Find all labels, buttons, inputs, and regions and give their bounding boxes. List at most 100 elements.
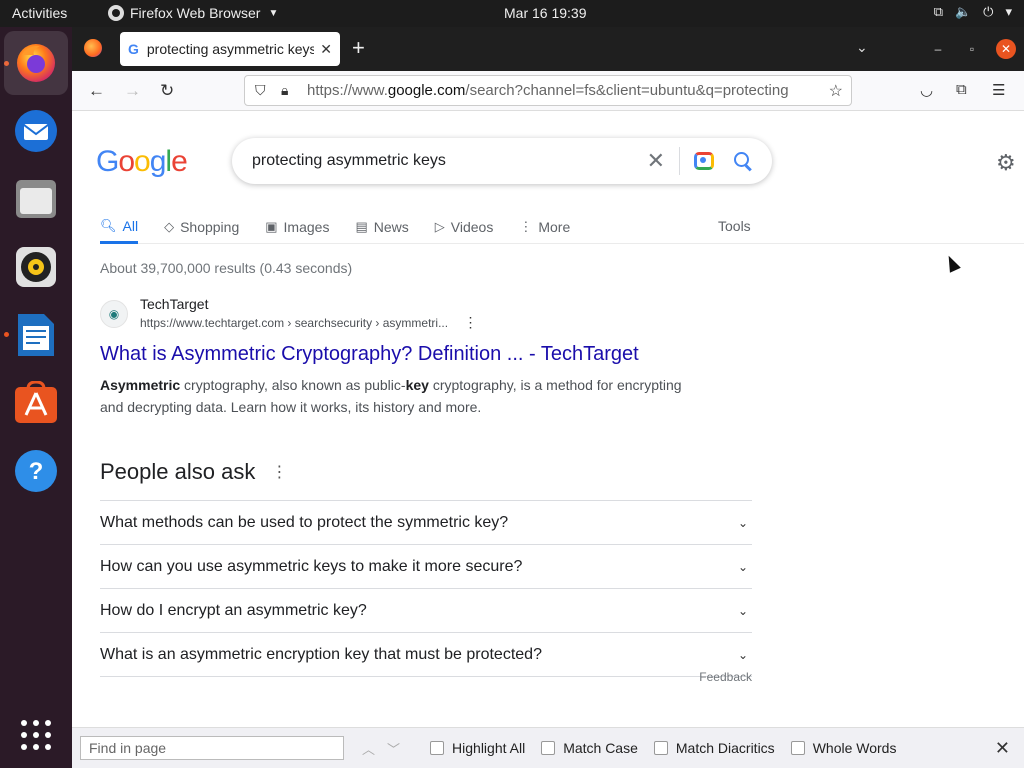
close-tab-icon[interactable]: ✕ [320, 41, 332, 58]
clock[interactable]: Mar 16 19:39 [504, 5, 587, 21]
result-site-name: TechTarget [140, 296, 209, 312]
caret-down-icon: ▾ [1005, 4, 1012, 19]
find-previous-icon[interactable]: ︿ [362, 739, 375, 758]
reload-button[interactable]: ↻ [160, 81, 174, 101]
result-stats: About 39,700,000 results (0.43 seconds) [100, 260, 353, 276]
search-tabs: 🔍︎ All ◇ Shopping ▣ Images ▤ News ▷ Vide… [100, 210, 1024, 244]
app-grid-icon [21, 720, 51, 750]
menu-hamburger-icon[interactable]: ☰ [992, 81, 1005, 99]
back-button[interactable]: ← [88, 81, 105, 101]
dock-app-center[interactable] [12, 379, 60, 427]
list-all-tabs-icon[interactable]: ⌄ [856, 39, 868, 56]
highlight-all-checkbox[interactable]: Highlight All [430, 740, 525, 756]
tab-more[interactable]: ⋮ More [519, 210, 570, 244]
clear-search-icon[interactable]: ✕ [647, 148, 665, 174]
firefox-window: G protecting asymmetric keys ✕ + ⌄ ‒ ▫ ✕… [72, 27, 1024, 768]
settings-gear-icon[interactable]: ⚙ [996, 150, 1016, 176]
whole-words-checkbox[interactable]: Whole Words [790, 740, 896, 756]
url-bar[interactable]: ⛉ 🔒︎ https://www.google.com/search?chann… [244, 75, 852, 106]
rhythmbox-icon [16, 247, 56, 287]
checkbox[interactable] [541, 741, 556, 755]
match-diacritics-checkbox[interactable]: Match Diacritics [653, 740, 775, 756]
google-logo[interactable]: Google [96, 145, 188, 179]
checkbox[interactable] [430, 741, 445, 755]
gnome-top-bar: Activities Firefox Web Browser ▼ Mar 16 … [0, 0, 1024, 27]
paa-question[interactable]: What is an asymmetric encryption key tha… [100, 633, 752, 677]
tab-videos[interactable]: ▷ Videos [435, 210, 494, 244]
tracking-shield-icon[interactable]: ⛉ [255, 82, 271, 99]
find-next-icon[interactable]: ﹀ [387, 739, 400, 758]
new-tab-button[interactable]: + [352, 37, 365, 59]
google-lens-icon[interactable] [694, 152, 714, 170]
close-find-bar-icon[interactable]: ✕ [995, 738, 1010, 759]
forward-button[interactable]: → [124, 81, 141, 101]
firefox-view-icon[interactable] [84, 39, 102, 57]
chevron-down-icon: ⌄ [737, 603, 748, 618]
result-title-link[interactable]: What is Asymmetric Cryptography? Definit… [100, 343, 700, 366]
tab-news[interactable]: ▤ News [355, 210, 408, 244]
tab-google-search[interactable]: G protecting asymmetric keys ✕ [120, 32, 340, 66]
chevron-down-icon: ⌄ [737, 559, 748, 574]
url-text[interactable]: https://www.google.com/search?channel=fs… [307, 82, 821, 99]
search-input[interactable]: protecting asymmetric keys [252, 152, 647, 170]
tools-button[interactable]: Tools [718, 218, 751, 234]
firefox-icon [108, 5, 124, 21]
tab-title: protecting asymmetric keys [146, 41, 315, 57]
paa-question[interactable]: How do I encrypt an asymmetric key? ⌄ [100, 589, 752, 633]
app-menu[interactable]: Firefox Web Browser ▼ [108, 5, 278, 21]
paa-heading: People also ask ⋮ [100, 459, 288, 484]
more-vert-icon[interactable]: ⋮ [271, 462, 287, 482]
writer-icon [18, 314, 54, 356]
paa-question[interactable]: How can you use asymmetric keys to make … [100, 545, 752, 589]
divider [100, 676, 686, 677]
files-icon [16, 180, 56, 218]
bookmark-star-icon[interactable]: ☆ [829, 81, 843, 101]
close-window-button[interactable]: ✕ [996, 39, 1016, 59]
system-tray[interactable]: ⧉ 🔈 ⏻ ▾ [934, 4, 1012, 20]
more-vert-icon[interactable]: ⋮ [463, 314, 477, 330]
svg-text:?: ? [29, 458, 44, 485]
search-icon: 🔍︎ [100, 217, 117, 233]
search-box[interactable]: protecting asymmetric keys ✕ [232, 138, 772, 184]
dock-show-apps[interactable] [12, 711, 60, 759]
tab-all[interactable]: 🔍︎ All [100, 210, 139, 244]
news-icon: ▤ [355, 219, 368, 234]
minimize-button[interactable]: ‒ [928, 39, 948, 59]
tab-images[interactable]: ▣ Images [265, 210, 329, 244]
maximize-button[interactable]: ▫ [962, 39, 982, 59]
pocket-icon[interactable]: ◡ [920, 81, 933, 99]
match-case-checkbox[interactable]: Match Case [541, 740, 638, 756]
image-icon: ▣ [265, 219, 278, 234]
dock: ? [0, 27, 72, 768]
app-center-icon [15, 381, 57, 423]
chevron-down-icon: ⌄ [737, 515, 748, 530]
feedback-link[interactable]: Feedback [699, 670, 752, 684]
paa-question[interactable]: What methods can be used to protect the … [100, 501, 752, 545]
dock-rhythmbox[interactable] [12, 243, 60, 291]
dock-libreoffice-writer[interactable] [12, 311, 60, 359]
extensions-icon[interactable]: ⧉ [956, 81, 967, 98]
result-source[interactable]: ◉ TechTarget https://www.techtarget.com … [100, 296, 700, 331]
dock-help[interactable]: ? [12, 447, 60, 495]
activities-button[interactable]: Activities [12, 5, 67, 21]
tab-shopping[interactable]: ◇ Shopping [164, 210, 239, 244]
lock-icon[interactable]: 🔒︎ [281, 82, 297, 99]
dock-firefox[interactable] [4, 31, 68, 95]
volume-icon: 🔈 [954, 4, 972, 19]
dock-files[interactable] [12, 175, 60, 223]
caret-down-icon: ▼ [268, 7, 279, 19]
paa-list: What methods can be used to protect the … [100, 500, 752, 677]
find-in-page-input[interactable]: Find in page [80, 736, 344, 760]
google-results-page: Google protecting asymmetric keys ✕ ⚙ 🔍︎… [72, 112, 1024, 727]
app-menu-label: Firefox Web Browser [130, 5, 261, 21]
people-also-ask: People also ask ⋮ What methods can be us… [100, 454, 752, 684]
search-icon[interactable] [734, 152, 752, 170]
result-snippet: Asymmetric cryptography, also known as p… [100, 377, 682, 415]
running-indicator [4, 332, 9, 337]
tab-bar: G protecting asymmetric keys ✕ + ⌄ ‒ ▫ ✕ [72, 27, 1024, 71]
firefox-icon [17, 44, 55, 82]
dock-thunderbird[interactable] [12, 107, 60, 155]
thunderbird-icon [15, 110, 57, 152]
checkbox[interactable] [653, 741, 668, 755]
checkbox[interactable] [790, 741, 805, 755]
